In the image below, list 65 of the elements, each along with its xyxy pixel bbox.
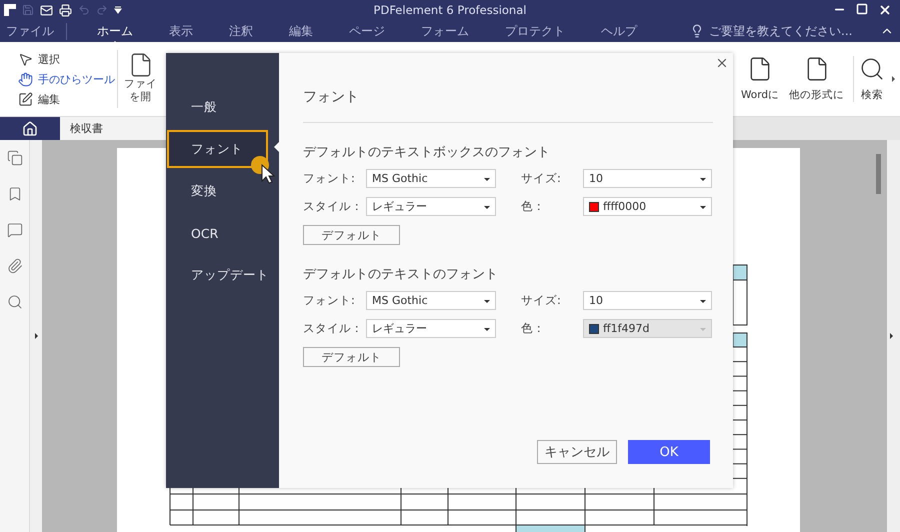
cancel-button[interactable]: キャンセル [537,440,617,464]
scrollbar-thumb[interactable] [876,154,880,194]
cursor-icon [250,155,276,185]
field-label: 色： [521,321,546,336]
settings-nav-item[interactable]: フォント [167,130,268,168]
ok-button[interactable]: OK [628,440,710,464]
field-label: スタイル： [303,321,364,336]
close-button[interactable] [715,56,729,70]
color-dropdown[interactable]: ffff0000 [583,197,712,216]
close-icon[interactable] [878,3,892,17]
edit-icon [18,92,33,106]
menu-tab[interactable]: 注釈 [211,22,271,40]
section-heading: デフォルトのテキストボックスのフォント [303,144,551,161]
print-icon[interactable] [59,4,72,16]
tell-me-field[interactable]: ご要望を教えてください... [707,23,877,39]
menu-tab[interactable]: ファイル [4,22,67,40]
field-label: フォント: [303,293,356,308]
default-button[interactable]: デフォルト [303,225,400,245]
field-label: フォント: [303,171,356,186]
panel-title: フォント [303,88,713,123]
window-title: PDFelement 6 Professional [372,3,528,17]
ribbon-button[interactable]: 他の形式に [784,56,849,102]
size-dropdown[interactable]: 10 [583,169,712,188]
ribbon-button[interactable]: 検索 [853,56,890,102]
maximize-icon[interactable] [856,3,868,15]
mail-icon[interactable] [40,4,53,16]
color-dropdown: ff1f497d [583,319,712,338]
ribbon-tool[interactable]: 手のひらツール [18,72,117,86]
ribbon-button[interactable]: Wordに [736,56,784,102]
ribbon-tool[interactable]: 編集 [18,92,117,106]
paperclip-icon[interactable] [6,258,22,274]
hand-icon [18,72,33,86]
open-file-button[interactable]: ファイ を開 [118,42,157,116]
dropdown-icon[interactable] [114,6,122,14]
settings-nav-item[interactable]: OCR [167,214,268,252]
home-tab[interactable] [0,117,60,140]
menu-tab[interactable]: プロテクト [487,22,583,40]
field-label: サイズ: [521,171,562,186]
size-dropdown[interactable]: 10 [583,291,712,310]
app-logo-icon [4,4,16,16]
settings-nav-item[interactable]: 変換 [167,172,268,210]
search-icon [859,56,885,82]
menu-tab[interactable]: ヘルプ [583,22,655,40]
menu-tab[interactable]: 編集 [271,22,331,40]
pages-icon[interactable] [6,150,22,166]
font-dropdown[interactable]: MS Gothic [366,291,496,310]
menu-tab[interactable]: ホーム [79,22,151,40]
section-heading: デフォルトのテキストのフォント [303,266,499,283]
field-label: サイズ: [521,293,562,308]
field-label: スタイル： [303,199,364,214]
style-dropdown[interactable]: レギュラー [366,197,496,216]
search-icon[interactable] [6,294,22,310]
home-icon [22,120,38,136]
field-label: 色： [521,199,546,214]
style-dropdown[interactable]: レギュラー [366,319,496,338]
font-dropdown[interactable]: MS Gothic [366,169,496,188]
menu-tab[interactable]: 表示 [151,22,211,40]
lightbulb-icon [690,24,704,38]
default-button[interactable]: デフォルト [303,347,400,367]
menu-tab[interactable]: ページ [331,22,403,40]
comment-icon[interactable] [6,222,22,238]
select-cursor-icon [18,52,33,66]
ribbon-tool[interactable]: 選択 [18,52,117,66]
settings-nav-item[interactable]: アップデート [167,256,268,294]
menu-tab[interactable]: フォーム [403,22,487,40]
